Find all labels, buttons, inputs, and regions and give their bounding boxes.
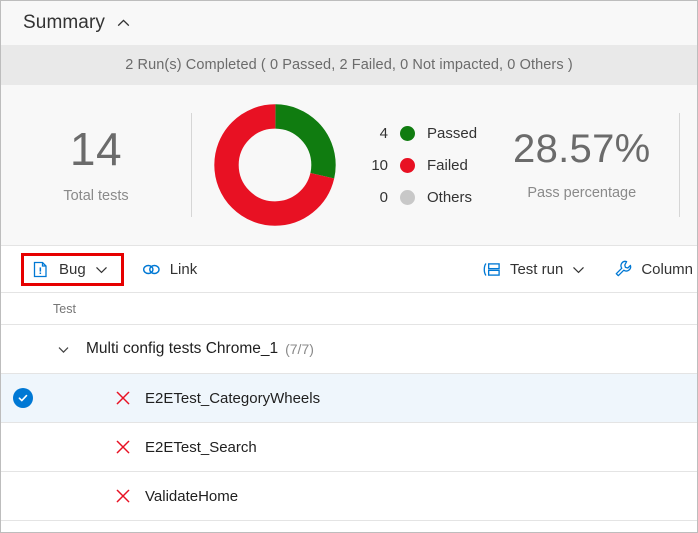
- legend-dot-failed: [400, 157, 415, 173]
- legend-label-others: Others: [427, 188, 473, 206]
- divider: [679, 113, 680, 217]
- run-status-text: 2 Run(s) Completed ( 0 Passed, 2 Failed,…: [125, 57, 573, 73]
- chart-legend: 4 Passed 10 Failed 0 Others: [362, 122, 477, 208]
- test-name: E2ETest_CategoryWheels: [145, 389, 321, 407]
- wrench-icon: [613, 260, 632, 279]
- pass-percentage-label: Pass percentage: [527, 185, 637, 201]
- bug-button[interactable]: Bug: [27, 254, 112, 284]
- test-group-row[interactable]: Multi config tests Chrome_1 (7/7): [1, 325, 697, 373]
- test-failed-icon: [115, 439, 131, 455]
- table-row[interactable]: E2ETest_Search: [1, 423, 697, 471]
- legend-dot-passed: [400, 125, 415, 141]
- test-group-name: Multi config tests Chrome_1: [86, 340, 279, 357]
- divider: [191, 113, 192, 217]
- test-results-summary-panel: Summary 2 Run(s) Completed ( 0 Passed, 2…: [0, 0, 698, 533]
- test-run-grouping-button[interactable]: Test run: [478, 254, 589, 284]
- link-chain-icon: [142, 260, 161, 279]
- table-row[interactable]: ValidateHome: [1, 472, 697, 520]
- link-button-label: Link: [169, 260, 198, 278]
- table-row[interactable]: E2ETest_CategoryWheels: [1, 374, 697, 422]
- page-title: Summary: [23, 12, 105, 33]
- legend-label-passed: Passed: [427, 124, 478, 142]
- row-selected-check-icon[interactable]: [13, 388, 33, 408]
- test-name: ValidateHome: [145, 487, 239, 505]
- table-header-row: Test: [1, 292, 697, 324]
- metrics-strip: 14 Total tests 4 Passed 10 Failed 0 Othe…: [1, 85, 697, 245]
- link-button[interactable]: Link: [138, 254, 202, 284]
- test-group-count: (7/7): [285, 341, 314, 357]
- donut-svg: [214, 104, 336, 226]
- legend-item: 4 Passed: [362, 122, 477, 144]
- column-options-button[interactable]: Column: [609, 254, 697, 284]
- total-tests-metric: 14 Total tests: [1, 126, 191, 204]
- legend-item: 10 Failed: [362, 154, 477, 176]
- run-status-bar: 2 Run(s) Completed ( 0 Passed, 2 Failed,…: [1, 45, 697, 85]
- toolbar-left-group: Bug Link: [21, 253, 202, 286]
- chevron-down-icon[interactable]: [57, 343, 70, 356]
- bug-document-icon: [31, 260, 50, 279]
- test-failed-icon: [115, 488, 131, 504]
- summary-header[interactable]: Summary: [1, 1, 697, 45]
- test-name: E2ETest_Search: [145, 438, 257, 456]
- column-button-label: Column: [641, 260, 693, 278]
- pass-percentage-value: 28.57%: [513, 127, 651, 171]
- legend-item: 0 Others: [362, 186, 477, 208]
- legend-count-passed: 4: [379, 124, 388, 142]
- test-run-button-label: Test run: [509, 260, 564, 278]
- column-header-test[interactable]: Test: [53, 302, 76, 316]
- toolbar-right-group: Test run Column: [478, 254, 697, 284]
- results-donut-chart: [200, 101, 350, 229]
- divider: [1, 520, 697, 521]
- legend-dot-others: [400, 189, 415, 205]
- legend-count-failed: 10: [371, 156, 388, 174]
- total-tests-label: Total tests: [63, 188, 129, 204]
- results-toolbar: Bug Link Test run Column: [1, 245, 697, 292]
- pass-percentage-metric: 28.57% Pass percentage: [513, 129, 650, 201]
- legend-label-failed: Failed: [427, 156, 468, 174]
- chevron-down-icon[interactable]: [95, 263, 108, 276]
- test-failed-icon: [115, 390, 131, 406]
- legend-count-others: 0: [379, 188, 388, 206]
- chevron-up-icon[interactable]: [117, 17, 130, 30]
- group-by-icon: [482, 260, 501, 279]
- total-tests-value: 14: [69, 123, 123, 175]
- chevron-down-icon[interactable]: [572, 263, 585, 276]
- bug-button-label: Bug: [59, 260, 86, 278]
